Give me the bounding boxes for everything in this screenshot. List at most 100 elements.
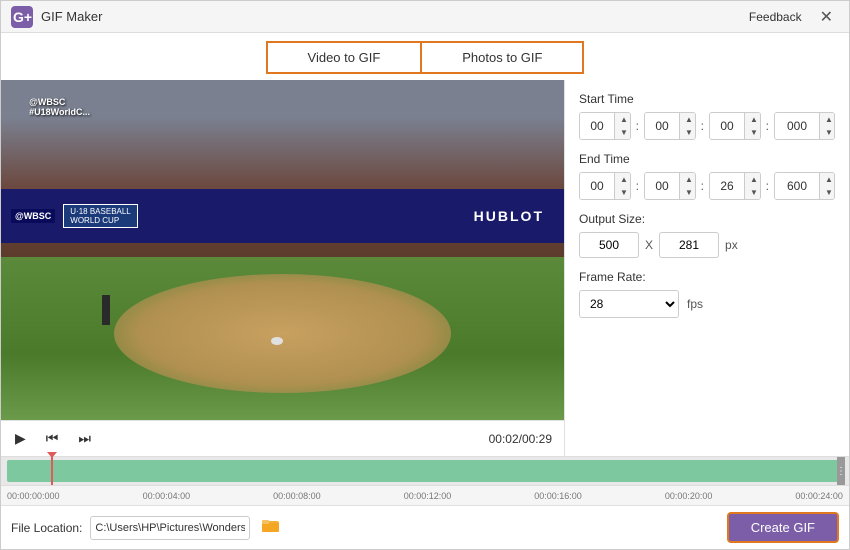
start-mm-spinner: ▲ ▼ — [644, 112, 696, 140]
end-hh-spinner: ▲ ▼ — [579, 172, 631, 200]
start-mm-down[interactable]: ▼ — [680, 126, 696, 139]
end-ms-up[interactable]: ▲ — [820, 173, 835, 186]
start-ms-arrows: ▲ ▼ — [819, 113, 835, 139]
close-button[interactable]: ✕ — [814, 5, 839, 29]
start-ss-input[interactable] — [710, 113, 744, 139]
end-ss-arrows: ▲ ▼ — [744, 173, 761, 199]
size-row: X px — [579, 232, 835, 258]
start-mm-up[interactable]: ▲ — [680, 113, 696, 126]
end-ss-input[interactable] — [710, 173, 744, 199]
end-time-section: End Time ▲ ▼ : ▲ ▼ — [579, 152, 835, 200]
fps-select[interactable]: 24 28 30 60 — [579, 290, 679, 318]
start-hh-arrows: ▲ ▼ — [614, 113, 631, 139]
start-mm-input[interactable] — [645, 113, 679, 139]
app-icon: G+ — [11, 6, 33, 28]
end-ms-arrows: ▲ ▼ — [819, 173, 835, 199]
start-ss-spinner: ▲ ▼ — [709, 112, 761, 140]
start-hh-input[interactable] — [580, 113, 614, 139]
start-ms-spinner: ▲ ▼ — [774, 112, 835, 140]
play-button[interactable]: ▶ — [13, 428, 28, 449]
start-time-label: Start Time — [579, 92, 835, 106]
ruler-mark-0: 00:00:00:000 — [7, 491, 60, 501]
stadium-background: @WBSC U·18 BASEBALLWORLD CUP HUBLOT @WBS… — [1, 80, 564, 420]
start-hh-down[interactable]: ▼ — [615, 126, 631, 139]
title-bar-right: Feedback ✕ — [749, 5, 839, 29]
ruler-mark-1: 00:00:04:00 — [143, 491, 191, 501]
end-hh-up[interactable]: ▲ — [615, 173, 631, 186]
timeline-track[interactable] — [1, 457, 849, 485]
end-ms-input[interactable] — [775, 173, 819, 199]
start-hh-up[interactable]: ▲ — [615, 113, 631, 126]
app-window: G+ GIF Maker Feedback ✕ Video to GIF Pho… — [0, 0, 850, 550]
start-ss-up[interactable]: ▲ — [745, 113, 761, 126]
main-content: @WBSC U·18 BASEBALLWORLD CUP HUBLOT @WBS… — [1, 80, 849, 456]
tab-bar: Video to GIF Photos to GIF — [1, 33, 849, 80]
folder-icon — [262, 518, 280, 533]
video-scene: @WBSC U·18 BASEBALLWORLD CUP HUBLOT @WBS… — [1, 80, 564, 420]
x-separator: X — [645, 238, 653, 252]
end-mm-spinner: ▲ ▼ — [644, 172, 696, 200]
width-input[interactable] — [579, 232, 639, 258]
timeline-area: 00:00:00:000 00:00:04:00 00:00:08:00 00:… — [1, 456, 849, 505]
end-ms-down[interactable]: ▼ — [820, 186, 835, 199]
timeline-needle[interactable] — [51, 457, 53, 485]
file-path-input[interactable] — [90, 516, 250, 540]
start-mm-arrows: ▲ ▼ — [679, 113, 696, 139]
feedback-link[interactable]: Feedback — [749, 10, 802, 24]
title-bar-left: G+ GIF Maker — [11, 6, 102, 28]
skip-forward-button[interactable]: ⏭ — [76, 428, 93, 449]
end-time-label: End Time — [579, 152, 835, 166]
end-ss-spinner: ▲ ▼ — [709, 172, 761, 200]
create-gif-button[interactable]: Create GIF — [727, 512, 839, 543]
frame-rate-label: Frame Rate: — [579, 270, 835, 284]
svg-text:G+: G+ — [13, 9, 32, 25]
end-ss-up[interactable]: ▲ — [745, 173, 761, 186]
start-ms-input[interactable] — [775, 113, 819, 139]
ad-hublot-text: HUBLOT — [474, 208, 544, 224]
video-area: @WBSC U·18 BASEBALLWORLD CUP HUBLOT @WBS… — [1, 80, 564, 456]
skip-back-button[interactable]: ⏮ — [44, 428, 61, 449]
time-display: 00:02/00:29 — [489, 432, 552, 446]
start-ms-up[interactable]: ▲ — [820, 113, 835, 126]
ruler-marks: 00:00:00:000 00:00:04:00 00:00:08:00 00:… — [1, 491, 849, 501]
title-bar: G+ GIF Maker Feedback ✕ — [1, 1, 849, 33]
fps-row: 24 28 30 60 fps — [579, 290, 835, 318]
output-size-section: Output Size: X px — [579, 212, 835, 258]
end-hh-down[interactable]: ▼ — [615, 186, 631, 199]
timeline-ruler: 00:00:00:000 00:00:04:00 00:00:08:00 00:… — [1, 485, 849, 505]
timeline-fill — [7, 460, 843, 482]
end-ss-down[interactable]: ▼ — [745, 186, 761, 199]
ad-u18-text: U·18 BASEBALLWORLD CUP — [63, 204, 137, 228]
tab-photos-to-gif[interactable]: Photos to GIF — [421, 41, 584, 74]
end-mm-down[interactable]: ▼ — [680, 186, 696, 199]
start-ms-down[interactable]: ▼ — [820, 126, 835, 139]
ad-board: @WBSC U·18 BASEBALLWORLD CUP HUBLOT — [1, 189, 564, 243]
tab-video-to-gif[interactable]: Video to GIF — [266, 41, 422, 74]
player1-figure — [102, 295, 110, 325]
end-hh-arrows: ▲ ▼ — [614, 173, 631, 199]
video-frame: @WBSC U·18 BASEBALLWORLD CUP HUBLOT @WBS… — [1, 80, 564, 420]
browse-folder-button[interactable] — [258, 516, 284, 540]
bottom-bar: File Location: Create GIF — [1, 505, 849, 549]
frame-rate-section: Frame Rate: 24 28 30 60 fps — [579, 270, 835, 318]
start-time-inputs: ▲ ▼ : ▲ ▼ : — [579, 112, 835, 140]
output-size-label: Output Size: — [579, 212, 835, 226]
timeline-handle-right[interactable] — [837, 457, 845, 485]
app-title: GIF Maker — [41, 9, 102, 24]
dirt-area — [114, 274, 452, 393]
video-controls: ▶ ⏮ ⏭ 00:02/00:29 — [1, 420, 564, 456]
right-panel: Start Time ▲ ▼ : ▲ ▼ — [564, 80, 849, 456]
ruler-mark-2: 00:00:08:00 — [273, 491, 321, 501]
start-ss-down[interactable]: ▼ — [745, 126, 761, 139]
end-hh-input[interactable] — [580, 173, 614, 199]
end-mm-up[interactable]: ▲ — [680, 173, 696, 186]
height-input[interactable] — [659, 232, 719, 258]
end-time-inputs: ▲ ▼ : ▲ ▼ : — [579, 172, 835, 200]
px-label: px — [725, 238, 738, 252]
file-location-label: File Location: — [11, 521, 82, 535]
ruler-mark-6: 00:00:24:00 — [795, 491, 843, 501]
start-time-section: Start Time ▲ ▼ : ▲ ▼ — [579, 92, 835, 140]
end-ms-spinner: ▲ ▼ — [774, 172, 835, 200]
ruler-mark-4: 00:00:16:00 — [534, 491, 582, 501]
end-mm-input[interactable] — [645, 173, 679, 199]
